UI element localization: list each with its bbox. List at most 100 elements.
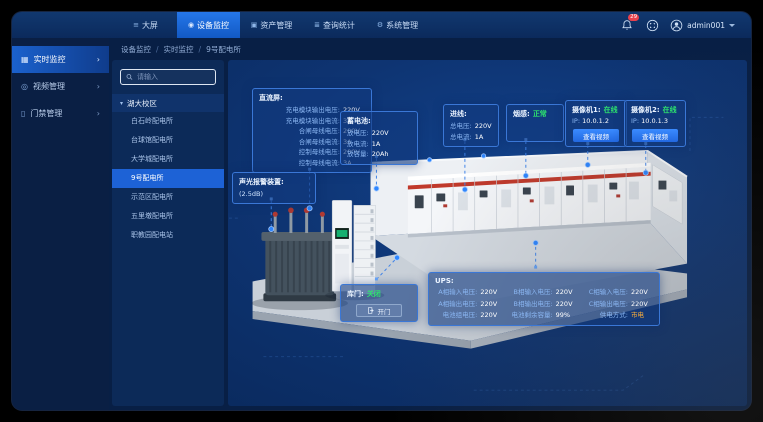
metric-value: 220V: [556, 287, 578, 298]
tree-item[interactable]: 五里墩配电所: [112, 207, 224, 226]
metric-label: 总电压:: [450, 121, 472, 132]
metric-row: A相输入电压: 220V: [435, 287, 502, 298]
camera2-ip-label: IP:: [631, 117, 639, 125]
door-card: 库门: 关闭 开门: [340, 284, 418, 322]
metric-label: 放电流:: [347, 139, 369, 150]
metric-value: 220V: [475, 121, 497, 132]
nav-tab[interactable]: ◉ 设备监控: [177, 12, 240, 38]
metric-row: C相输入电压: 220V: [586, 287, 653, 298]
sidebar-item-label: 实时监控: [34, 54, 66, 65]
smoke-status: 正常: [533, 109, 547, 119]
top-navbar: ≡ 大屏 ◉ 设备监控 ▣ 资产管理 ≣ 查询统计 ⚙ 系统管理: [12, 12, 751, 38]
camera1-ip-label: IP:: [572, 117, 580, 125]
metric-label: A相输出电压:: [438, 299, 477, 310]
metric-row: 放电压: 220V: [347, 128, 411, 139]
metric-label: 合闸母线电流:: [299, 137, 340, 148]
nav-tab-label: 大屏: [142, 20, 158, 31]
user-menu[interactable]: admin001: [670, 19, 735, 32]
body: ▦ 实时监控 › ◎ 视频管理 › ▯ 门禁管理 ›: [12, 38, 751, 410]
content-column: 设备监控实时监控9号配电所 ▾ 湖大校区: [109, 38, 751, 410]
metric-label: 电池组电压:: [443, 310, 478, 321]
smoke-sensor-card: 烟感: 正常: [506, 104, 564, 142]
camera1-card: 摄像机1: 在线 IP: 10.0.1.2 查看视频: [565, 100, 627, 147]
metric-row: 放电流: 1A: [347, 139, 411, 150]
camera2-ip: 10.0.1.3: [641, 117, 668, 125]
metric-row: 总电压: 220V: [450, 121, 492, 132]
sidebar-item[interactable]: ◎ 视频管理 ›: [12, 73, 109, 100]
metric-label: C相输入电压:: [589, 287, 628, 298]
metric-row: 放容量: 20Ah: [347, 149, 411, 160]
search-icon: [126, 73, 133, 81]
metric-label: B相输入电压:: [514, 287, 553, 298]
door-label: 库门:: [347, 289, 364, 299]
view-video-button[interactable]: 查看视频: [573, 129, 618, 142]
nav-tab-label: 设备监控: [197, 20, 229, 31]
metric-label: 控制母线电压:: [299, 147, 340, 158]
notification-bell-icon[interactable]: 29: [620, 18, 634, 32]
metric-value: 220V: [480, 287, 502, 298]
metric-row: B相输入电压: 220V: [510, 287, 577, 298]
nav-tab-icon: ≣: [314, 21, 320, 29]
sidebar-item-icon: ▯: [21, 109, 25, 118]
metric-value: 1A: [475, 132, 497, 143]
breadcrumb-item[interactable]: 设备监控: [121, 44, 151, 55]
camera2-status: 在线: [663, 105, 677, 115]
battery-rows: 放电压: 220V 放电流: 1A 放容量: 20Ah: [347, 128, 411, 160]
battery-card: 蓄电池: 放电压: 220V 放电流: 1A: [340, 111, 418, 165]
open-door-button[interactable]: 开门: [356, 304, 402, 317]
nav-tab-icon: ◉: [188, 21, 194, 29]
metric-value: 220V: [631, 299, 653, 310]
notification-badge: 29: [628, 14, 639, 21]
sidebar-item-label: 门禁管理: [30, 108, 62, 119]
metric-value: 220V: [480, 310, 502, 321]
metric-value: 99%: [556, 310, 578, 321]
tree-item[interactable]: 大学城配电所: [112, 150, 224, 169]
metric-row: C相输出电压: 220V: [586, 299, 653, 310]
incoming-rows: 总电压: 220V 总电流: 1A: [450, 121, 492, 142]
door-open-icon: [367, 307, 374, 314]
nav-tab[interactable]: ⚙ 系统管理: [366, 12, 429, 38]
nav-tab[interactable]: ≣ 查询统计: [303, 12, 366, 38]
tree-item[interactable]: 白石岭配电所: [112, 112, 224, 131]
camera2-card: 摄像机2: 在线 IP: 10.0.1.3 查看视频: [624, 100, 686, 147]
left-sidebar: ▦ 实时监控 › ◎ 视频管理 › ▯ 门禁管理 ›: [12, 38, 109, 410]
metric-value: 220V: [480, 299, 502, 310]
nav-tab[interactable]: ≡ 大屏: [114, 12, 177, 38]
tree-list: 白石岭配电所台球馆配电所大学城配电所9号配电所示范区配电所五里墩配电所职教园配电…: [112, 112, 224, 245]
metric-value: 20Ah: [372, 149, 394, 160]
alarm-value: (2.5dB): [239, 189, 309, 199]
fullscreen-icon: [646, 19, 659, 32]
breadcrumb-item[interactable]: 实时监控: [151, 44, 194, 55]
metric-label: B相输出电压:: [514, 299, 553, 310]
view-video-button[interactable]: 查看视频: [632, 129, 677, 142]
substation-tree-panel: ▾ 湖大校区 白石岭配电所台球馆配电所大学城配电所9号配电所示范区配电所五里墩配…: [112, 60, 224, 406]
sidebar-item[interactable]: ▯ 门禁管理 ›: [12, 100, 109, 127]
tree-item[interactable]: 台球馆配电所: [112, 131, 224, 150]
content-row: ▾ 湖大校区 白石岭配电所台球馆配电所大学城配电所9号配电所示范区配电所五里墩配…: [109, 60, 751, 410]
camera1-title: 摄像机1:: [572, 105, 601, 115]
breadcrumb-item[interactable]: 9号配电所: [194, 44, 241, 55]
metric-row: 电池组电压: 220V: [435, 310, 502, 321]
tree-item[interactable]: 示范区配电所: [112, 188, 224, 207]
tree-item[interactable]: 职教园配电站: [112, 226, 224, 245]
room-monitor-canvas: 直流屏: 充电模块输出电压: 220V 充电模块输出电流: 3A: [228, 60, 747, 406]
metric-row: 电池剩余容量: 99%: [510, 310, 577, 321]
metric-value: 220V: [372, 128, 394, 139]
nav-tabs: ≡ 大屏 ◉ 设备监控 ▣ 资产管理 ≣ 查询统计 ⚙ 系统管理: [114, 12, 429, 38]
fullscreen-button[interactable]: [645, 18, 659, 32]
app-window: ≡ 大屏 ◉ 设备监控 ▣ 资产管理 ≣ 查询统计 ⚙ 系统管理: [12, 12, 751, 410]
nav-tab[interactable]: ▣ 资产管理: [240, 12, 303, 38]
search-input[interactable]: [137, 73, 210, 81]
alarm-title: 声光报警装置:: [239, 177, 309, 187]
camera2-title: 摄像机2:: [631, 105, 660, 115]
metric-label: 供电方式:: [600, 310, 628, 321]
sidebar-item[interactable]: ▦ 实时监控 ›: [12, 46, 109, 73]
nav-tab-label: 资产管理: [260, 20, 292, 31]
metric-label: 合闸母线电压:: [299, 126, 340, 137]
metric-label: 放电压:: [347, 128, 369, 139]
chevron-right-icon: ›: [97, 55, 100, 64]
tree-item[interactable]: 9号配电所: [112, 169, 224, 188]
metric-value: 220V: [556, 299, 578, 310]
metric-label: 充电模块输出电流:: [286, 116, 340, 127]
tree-root-node[interactable]: ▾ 湖大校区: [112, 94, 224, 112]
